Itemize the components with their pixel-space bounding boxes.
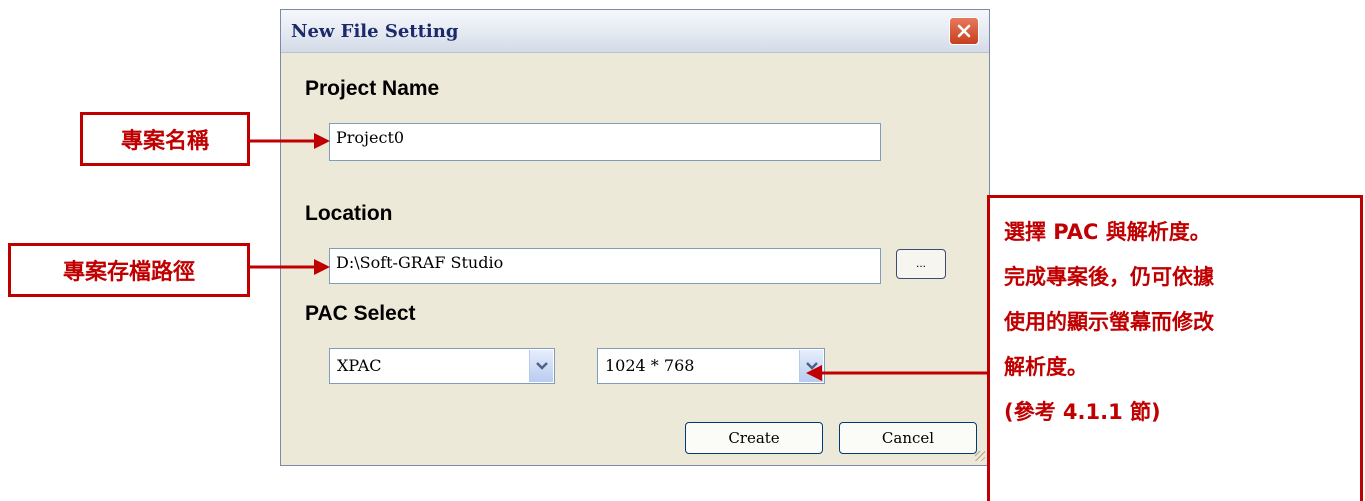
pac-note-line: (參考 4.1.1 節)	[1004, 400, 1161, 424]
resize-grip[interactable]	[975, 451, 985, 461]
pac-note-line: 使用的顯示螢幕而修改	[1004, 310, 1214, 334]
location-label: Location	[305, 202, 393, 225]
resolution-dropdown-arrow[interactable]	[799, 350, 823, 382]
chevron-down-icon	[805, 362, 818, 370]
pac-note-line: 解析度。	[1004, 355, 1088, 379]
location-input[interactable]: D:\Soft-GRAF Studio	[329, 248, 881, 284]
pac-type-dropdown-arrow[interactable]	[529, 350, 553, 382]
close-x-icon	[957, 24, 971, 38]
pac-select-annotation: 選擇 PAC 與解析度。 完成專案後，仍可依據 使用的顯示螢幕而修改 解析度。 …	[987, 195, 1363, 501]
resolution-value: 1024 * 768	[605, 356, 695, 375]
location-annotation: 專案存檔路徑	[8, 243, 250, 297]
chevron-down-icon	[535, 362, 548, 370]
new-file-setting-dialog: New File Setting Project Name Project0 L…	[280, 9, 990, 466]
pac-select-label: PAC Select	[305, 302, 416, 325]
project-name-label: Project Name	[305, 77, 440, 100]
title-bar: New File Setting	[281, 10, 989, 53]
cancel-button[interactable]: Cancel	[839, 422, 977, 454]
project-name-input[interactable]: Project0	[329, 123, 881, 161]
dialog-title: New File Setting	[291, 21, 459, 42]
project-name-annotation: 專案名稱	[80, 112, 250, 166]
close-button[interactable]	[949, 17, 979, 45]
create-button[interactable]: Create	[685, 422, 823, 454]
resolution-dropdown[interactable]: 1024 * 768	[597, 348, 825, 384]
pac-note-line: 完成專案後，仍可依據	[1004, 265, 1214, 289]
pac-type-dropdown[interactable]: XPAC	[329, 348, 555, 384]
pac-type-value: XPAC	[337, 356, 382, 375]
pac-note-line: 選擇 PAC 與解析度。	[1004, 220, 1211, 244]
browse-button[interactable]: ...	[896, 249, 946, 279]
